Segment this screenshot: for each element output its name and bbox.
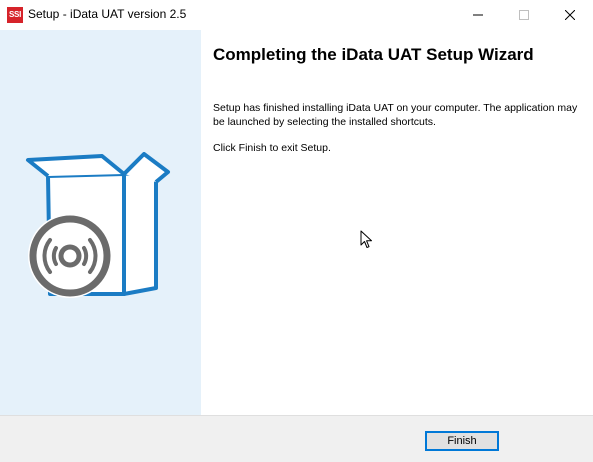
close-button[interactable] xyxy=(547,0,593,30)
software-box-with-disc-icon xyxy=(26,152,170,298)
maximize-icon xyxy=(519,10,529,20)
minimize-icon xyxy=(473,14,483,16)
minimize-button[interactable] xyxy=(455,0,501,30)
exit-instruction: Click Finish to exit Setup. xyxy=(213,142,331,154)
page-title: Completing the iData UAT Setup Wizard xyxy=(213,45,534,64)
close-icon xyxy=(565,10,575,20)
completion-message: Setup has finished installing iData UAT … xyxy=(213,102,578,128)
title-bar[interactable]: SSI Setup - iData UAT version 2.5 xyxy=(0,0,593,30)
maximize-button xyxy=(501,0,547,30)
window-title: Setup - iData UAT version 2.5 xyxy=(28,7,187,21)
wizard-banner xyxy=(0,30,201,415)
wizard-footer: Finish xyxy=(0,415,593,462)
mouse-cursor-icon xyxy=(360,230,372,248)
app-icon: SSI xyxy=(7,7,23,23)
setup-wizard-window: SSI Setup - iData UAT version 2.5 Comple… xyxy=(0,0,593,462)
finish-button[interactable]: Finish xyxy=(425,431,499,451)
wizard-content: Completing the iData UAT Setup Wizard Se… xyxy=(201,30,593,415)
